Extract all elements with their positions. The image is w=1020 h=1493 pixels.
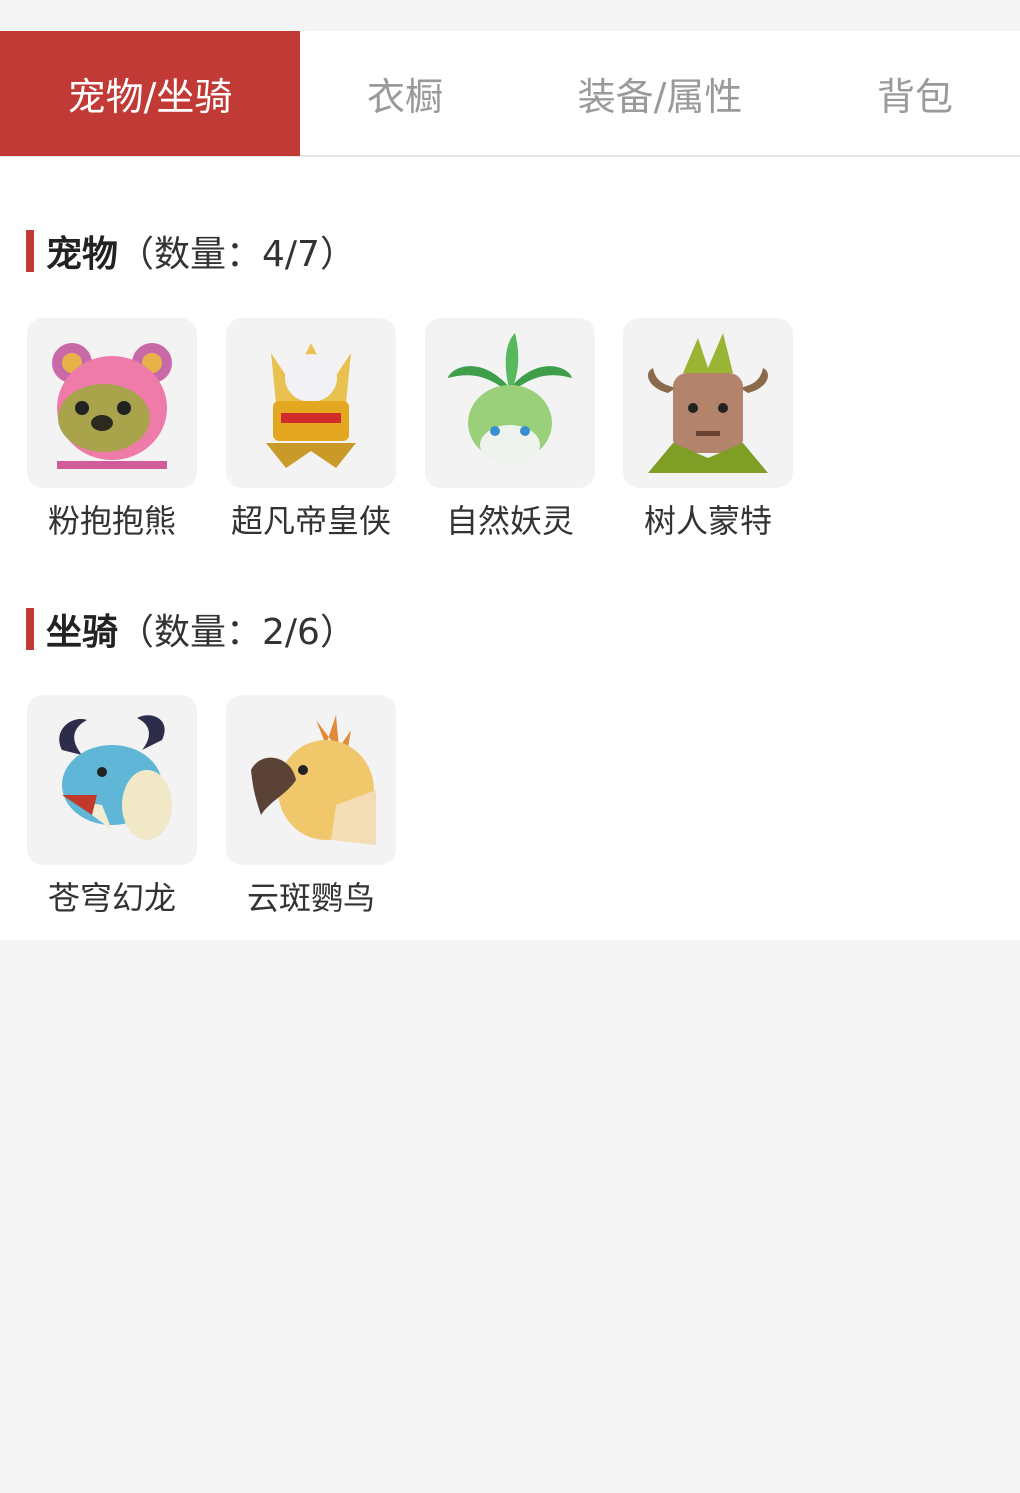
pet-card[interactable]: 自然妖灵 <box>425 318 595 542</box>
mount-name: 苍穹幻龙 <box>47 879 176 917</box>
cloud-parrot-icon <box>226 695 396 865</box>
content-panel: 宠物/坐骑 衣橱 装备/属性 背包 宠物 （数量：4/7） 粉抱抱熊 超凡帝皇侠… <box>0 31 1020 940</box>
section-marker <box>26 608 34 650</box>
treant-icon <box>623 318 793 488</box>
pets-section-title: 宠物 （数量：4/7） <box>26 229 356 275</box>
pink-bear-icon <box>27 318 197 488</box>
nature-sprite-icon <box>425 318 595 488</box>
tab-pets-mounts[interactable]: 宠物/坐骑 <box>0 31 300 156</box>
pet-name: 超凡帝皇侠 <box>230 502 391 540</box>
pet-card[interactable]: 超凡帝皇侠 <box>226 318 396 542</box>
pet-card[interactable]: 粉抱抱熊 <box>27 318 197 542</box>
mount-card[interactable]: 云斑鹦鸟 <box>226 695 396 919</box>
mount-name: 云斑鹦鸟 <box>246 879 375 917</box>
pets-title: 宠物 <box>46 234 119 275</box>
tab-wardrobe[interactable]: 衣橱 <box>300 31 510 156</box>
tab-bar: 宠物/坐骑 衣橱 装备/属性 背包 <box>0 31 1020 157</box>
pet-name: 自然妖灵 <box>445 502 574 540</box>
mounts-section-title: 坐骑 （数量：2/6） <box>26 607 356 653</box>
tab-backpack[interactable]: 背包 <box>810 31 1020 156</box>
pets-count: （数量：4/7） <box>118 234 356 275</box>
pet-name: 树人蒙特 <box>643 502 772 540</box>
section-marker <box>26 230 34 272</box>
tab-equipment-attributes[interactable]: 装备/属性 <box>530 31 790 156</box>
mounts-count: （数量：2/6） <box>118 612 356 653</box>
mount-card[interactable]: 苍穹幻龙 <box>27 695 197 919</box>
sky-dragon-icon <box>27 695 197 865</box>
pet-name: 粉抱抱熊 <box>47 502 176 540</box>
mounts-title: 坐骑 <box>46 612 119 653</box>
pet-card[interactable]: 树人蒙特 <box>623 318 793 542</box>
golden-armor-hero-icon <box>226 318 396 488</box>
